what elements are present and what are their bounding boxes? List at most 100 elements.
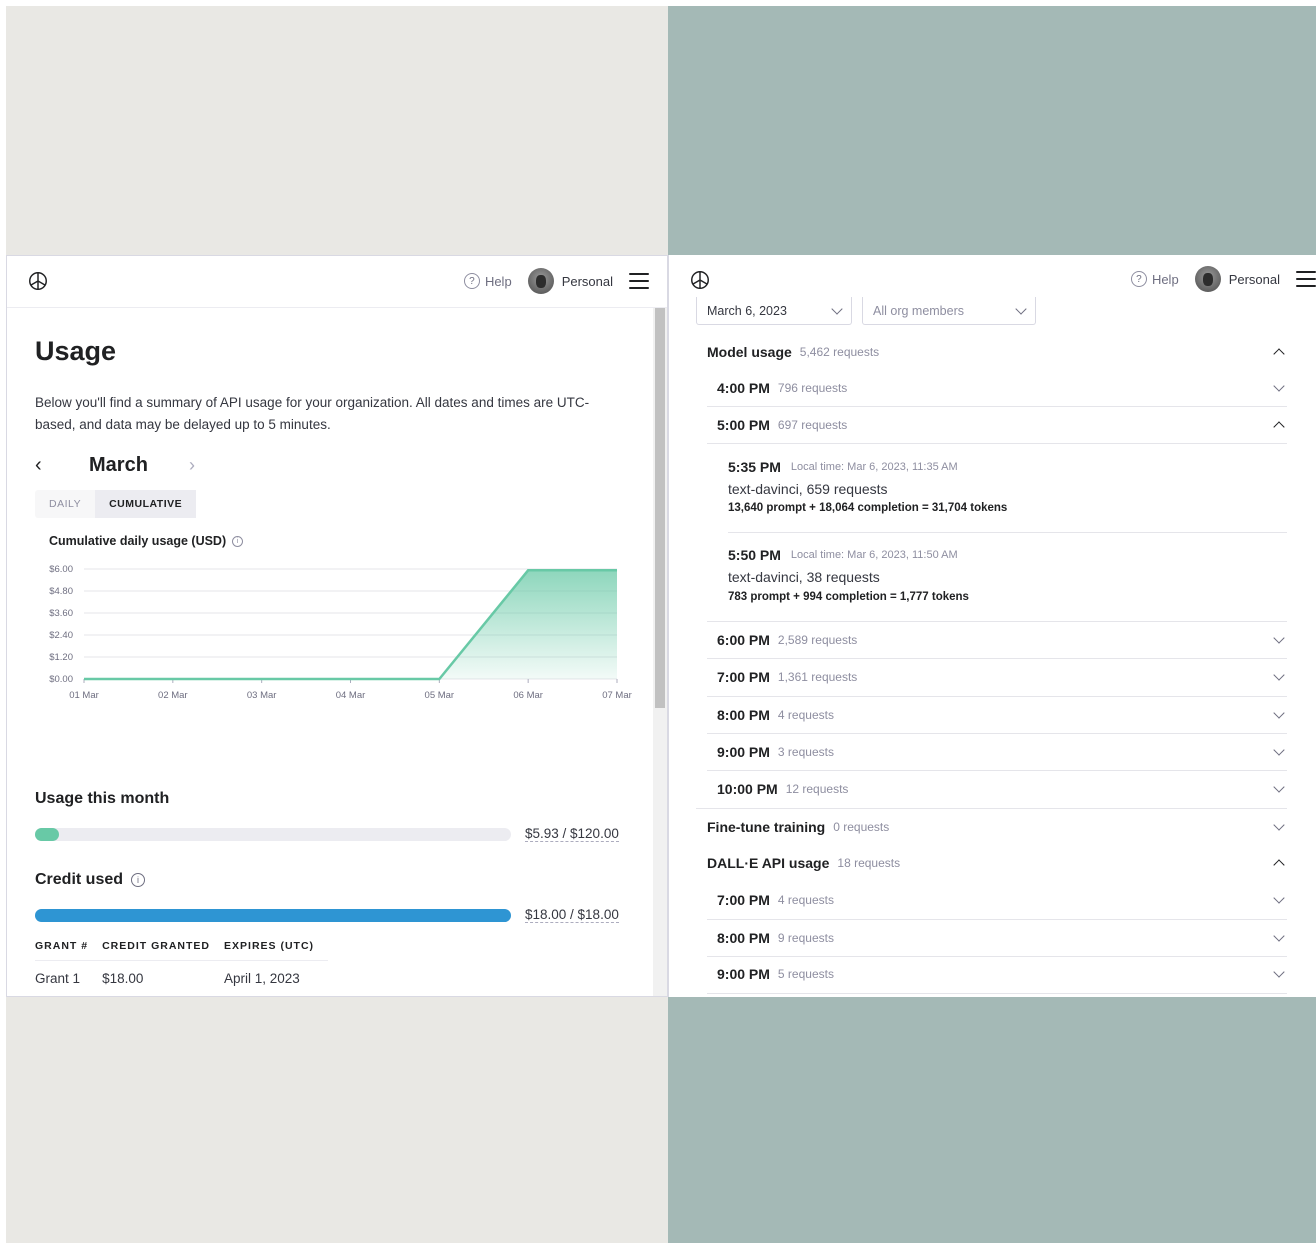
table-row: Grant 1 $18.00 April 1, 2023 xyxy=(35,961,328,986)
hour-time: 10:00 PM xyxy=(717,781,778,797)
detail-local-time: Local time: Mar 6, 2023, 11:35 AM xyxy=(790,461,958,473)
grant-credit: $18.00 xyxy=(102,971,144,986)
help-label: Help xyxy=(484,273,512,289)
hour-row[interactable]: 6:00 PM 2,589 requests xyxy=(717,629,1289,651)
hour-time: 8:00 PM xyxy=(717,930,770,946)
x-tick-label: 07 Mar xyxy=(602,690,632,701)
detail-header: 5:50 PM Local time: Mar 6, 2023, 11:50 A… xyxy=(728,547,958,563)
chevron-up-icon xyxy=(1273,421,1285,433)
hour-count: 5 requests xyxy=(777,967,834,981)
detail-model: text-davinci, 659 requests xyxy=(728,481,888,497)
y-tick-label: $4.80 xyxy=(49,586,73,597)
divider xyxy=(707,919,1287,920)
page-title: Usage xyxy=(35,336,117,366)
divider xyxy=(707,406,1287,407)
hour-count: 9 requests xyxy=(777,931,834,945)
hour-time: 9:00 PM xyxy=(717,744,770,760)
hour-row[interactable]: 9:00 PM 5 requests xyxy=(717,963,1289,985)
hour-row-expanded[interactable]: 5:00 PM 697 requests xyxy=(717,414,1289,436)
chevron-down-icon xyxy=(1273,892,1285,904)
usage-panel: ? Help Personal Usage Below you'll find … xyxy=(6,255,668,997)
date-filter[interactable]: March 6, 2023 xyxy=(696,297,852,325)
hour-row[interactable]: 8:00 PM 9 requests xyxy=(717,927,1289,949)
hour-time: 7:00 PM xyxy=(717,892,770,908)
scrollbar-thumb[interactable] xyxy=(655,308,665,708)
detail-tokens: 783 prompt + 994 completion = 1,777 toke… xyxy=(728,591,969,603)
chevron-down-icon xyxy=(831,302,843,315)
hour-row[interactable]: 10:00 PM 12 requests xyxy=(717,778,1289,800)
org-switcher[interactable]: Personal xyxy=(1194,266,1280,292)
chevron-up-icon xyxy=(1273,859,1285,871)
divider xyxy=(696,808,1287,809)
prev-month-button[interactable]: ‹ xyxy=(35,454,55,477)
credit-used-label: Credit used xyxy=(35,871,124,888)
chevron-down-icon xyxy=(1273,819,1285,831)
chevron-down-icon xyxy=(1273,744,1285,756)
y-tick-label: $3.60 xyxy=(49,608,73,619)
hamburger-menu-icon[interactable] xyxy=(629,273,649,289)
openai-logo-icon[interactable] xyxy=(689,269,711,291)
fine-tune-count: 0 requests xyxy=(833,820,890,834)
divider xyxy=(728,532,1287,533)
help-link[interactable]: ? Help xyxy=(463,273,512,289)
hour-row[interactable]: 7:00 PM 4 requests xyxy=(717,889,1289,911)
credit-amount: $18.00 / $18.00 xyxy=(525,907,619,923)
help-link[interactable]: ? Help xyxy=(1130,271,1179,287)
y-tick-label: $1.20 xyxy=(49,652,73,663)
hour-time: 4:00 PM xyxy=(717,380,770,396)
dalle-usage-header[interactable]: DALL·E API usage 18 requests xyxy=(707,852,1289,874)
dalle-usage-label: DALL·E API usage xyxy=(707,855,830,871)
hour-count: 796 requests xyxy=(777,381,848,395)
grant-table-header: GRANT # CREDIT GRANTED EXPIRES (UTC) xyxy=(35,936,329,961)
page-description: Below you'll find a summary of API usage… xyxy=(35,395,590,432)
y-tick-label: $2.40 xyxy=(49,630,73,641)
tab-cumulative[interactable]: CUMULATIVE xyxy=(95,490,197,518)
info-icon[interactable]: i xyxy=(131,873,146,887)
help-label: Help xyxy=(1151,271,1179,287)
hamburger-menu-icon[interactable] xyxy=(1296,271,1316,287)
model-usage-count: 5,462 requests xyxy=(799,345,880,359)
chevron-down-icon xyxy=(1273,632,1285,644)
chevron-down-icon xyxy=(1015,302,1027,315)
grant-expires: April 1, 2023 xyxy=(224,971,300,986)
detail-tokens: 13,640 prompt + 18,064 completion = 31,7… xyxy=(728,502,1008,514)
area-fill xyxy=(84,570,617,679)
openai-logo-icon[interactable] xyxy=(27,270,49,292)
next-month-button[interactable]: › xyxy=(189,455,195,476)
chevron-down-icon xyxy=(1273,380,1285,392)
scrollbar[interactable] xyxy=(653,308,667,996)
grant-table: GRANT # CREDIT GRANTED EXPIRES (UTC) Gra… xyxy=(35,936,329,986)
hour-row[interactable]: 4:00 PM 796 requests xyxy=(717,377,1289,399)
fine-tune-header[interactable]: Fine-tune training 0 requests xyxy=(707,816,1289,838)
info-icon[interactable]: i xyxy=(232,535,244,547)
org-switcher[interactable]: Personal xyxy=(527,268,613,294)
y-tick-label: $6.00 xyxy=(49,564,73,575)
divider xyxy=(707,956,1287,957)
hour-row[interactable]: 8:00 PM 4 requests xyxy=(717,704,1289,726)
view-toggle: DAILY CUMULATIVE xyxy=(35,490,197,518)
help-icon: ? xyxy=(463,273,480,289)
tab-daily[interactable]: DAILY xyxy=(35,490,95,518)
hour-row[interactable]: 9:00 PM 3 requests xyxy=(717,741,1289,763)
hour-count: 4 requests xyxy=(777,708,834,722)
chevron-down-icon xyxy=(1273,930,1285,942)
model-usage-header[interactable]: Model usage 5,462 requests xyxy=(707,341,1289,363)
hour-count: 12 requests xyxy=(785,782,849,796)
x-tick-label: 06 Mar xyxy=(513,690,543,701)
x-tick-label: 03 Mar xyxy=(247,690,277,701)
month-label: March xyxy=(89,454,148,476)
hour-row[interactable]: 7:00 PM 1,361 requests xyxy=(717,666,1289,688)
org-label: Personal xyxy=(1228,271,1280,287)
x-tick-label: 04 Mar xyxy=(336,690,366,701)
x-tick-label: 02 Mar xyxy=(158,690,188,701)
hour-count: 4 requests xyxy=(777,893,834,907)
grant-header-expires: EXPIRES (UTC) xyxy=(224,936,329,961)
divider xyxy=(707,621,1287,622)
hour-time: 9:00 PM xyxy=(717,966,770,982)
divider xyxy=(707,658,1287,659)
divider xyxy=(707,993,1287,994)
member-filter[interactable]: All org members xyxy=(862,297,1036,325)
divider xyxy=(707,696,1287,697)
chart-title: Cumulative daily usage (USD) i xyxy=(49,534,244,548)
y-tick-label: $0.00 xyxy=(49,674,73,685)
